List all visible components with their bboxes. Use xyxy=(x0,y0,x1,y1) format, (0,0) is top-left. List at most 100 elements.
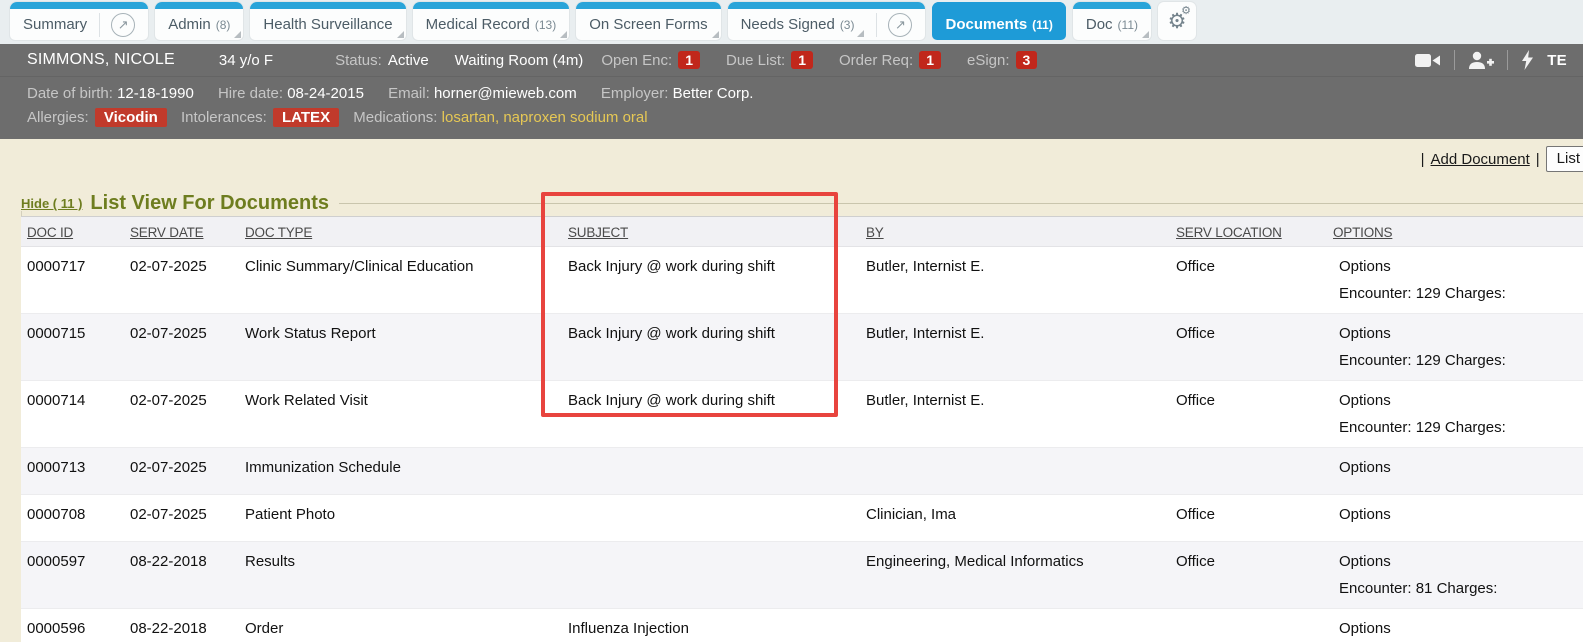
menu-fold-icon xyxy=(857,30,864,37)
encounter-info: Encounter: 81 Charges: xyxy=(1339,580,1577,597)
table-row: 0000714 02-07-2025 Work Related Visit Ba… xyxy=(21,381,1583,448)
menu-fold-icon xyxy=(1142,31,1149,38)
cell-doc-id: 0000717 xyxy=(21,247,124,313)
employer-value: Better Corp. xyxy=(673,85,754,102)
due-list-badge[interactable]: 1 xyxy=(791,51,813,69)
dob-value: 12-18-1990 xyxy=(117,85,194,102)
cell-subject: Influenza Injection xyxy=(562,609,860,642)
email-label: Email: xyxy=(388,85,430,102)
popout-icon[interactable]: ↗ xyxy=(888,13,912,37)
cell-doc-type: Work Related Visit xyxy=(239,381,562,447)
options-link[interactable]: Options xyxy=(1339,392,1391,409)
tab-divider xyxy=(99,13,100,37)
col-header-serv-location[interactable]: SERV LOCATION xyxy=(1170,217,1327,246)
cell-doc-type: Order xyxy=(239,609,562,642)
tab-label: On Screen Forms xyxy=(589,16,707,33)
cell-subject: Back Injury @ work during shift xyxy=(562,247,860,313)
video-camera-icon[interactable] xyxy=(1415,52,1441,69)
options-link[interactable]: Options xyxy=(1339,258,1391,275)
tab-divider xyxy=(876,13,877,37)
table-row: 0000713 02-07-2025 Immunization Schedule… xyxy=(21,448,1583,495)
cell-doc-id: 0000708 xyxy=(21,495,124,541)
esign-label: eSign: xyxy=(967,52,1010,69)
allergy-chip[interactable]: Vicodin xyxy=(95,108,167,127)
list-button[interactable]: List xyxy=(1546,146,1583,172)
cell-serv-location xyxy=(1170,609,1327,642)
hire-date-value: 08-24-2015 xyxy=(287,85,364,102)
cell-serv-date: 02-07-2025 xyxy=(124,247,239,313)
settings-button[interactable]: ⚙ ⚙ xyxy=(1158,2,1196,40)
cell-serv-date: 08-22-2018 xyxy=(124,609,239,642)
options-link[interactable]: Options xyxy=(1339,459,1391,476)
demographics-row-2: Allergies: Vicodin Intolerances: LATEX M… xyxy=(27,106,1567,130)
tab-on-screen-forms[interactable]: On Screen Forms xyxy=(576,2,720,40)
legend-rule xyxy=(339,203,1583,204)
esign-badge[interactable]: 3 xyxy=(1016,51,1038,69)
tab-medical-record[interactable]: Medical Record (13) xyxy=(413,2,570,40)
table-row: 0000597 08-22-2018 Results Engineering, … xyxy=(21,542,1583,609)
intolerance-chip[interactable]: LATEX xyxy=(273,108,339,127)
cell-by xyxy=(860,609,1170,642)
table-header-row: DOC ID SERV DATE DOC TYPE SUBJECT BY SER… xyxy=(21,216,1583,247)
medications-links[interactable]: losartan, naproxen sodium oral xyxy=(442,109,648,126)
tab-count: (13) xyxy=(535,18,556,32)
order-req-badge[interactable]: 1 xyxy=(919,51,941,69)
cell-doc-type: Clinic Summary/Clinical Education xyxy=(239,247,562,313)
patient-demographics: Date of birth: 12-18-1990 Hire date: 08-… xyxy=(0,77,1583,139)
cell-serv-date: 02-07-2025 xyxy=(124,314,239,380)
hide-link[interactable]: Hide ( 11 ) xyxy=(21,196,82,211)
col-header-doc-type[interactable]: DOC TYPE xyxy=(239,217,562,246)
toolbar-divider: | xyxy=(1536,151,1540,168)
cell-serv-location: Office xyxy=(1170,495,1327,541)
header-right-text: TE xyxy=(1547,52,1567,69)
open-enc-badge[interactable]: 1 xyxy=(678,51,700,69)
tab-admin[interactable]: Admin (8) xyxy=(155,2,243,40)
tab-health-surveillance[interactable]: Health Surveillance xyxy=(250,2,405,40)
add-user-icon[interactable] xyxy=(1468,51,1494,69)
options-link[interactable]: Options xyxy=(1339,325,1391,342)
open-enc-label: Open Enc: xyxy=(601,52,672,69)
tab-count: (8) xyxy=(216,18,231,32)
cell-subject xyxy=(562,542,860,608)
col-header-subject[interactable]: SUBJECT xyxy=(562,217,860,246)
options-link[interactable]: Options xyxy=(1339,620,1391,637)
cell-doc-id: 0000596 xyxy=(21,609,124,642)
menu-fold-icon xyxy=(234,31,241,38)
tab-count: (11) xyxy=(1118,18,1138,32)
col-header-serv-date[interactable]: SERV DATE xyxy=(124,217,239,246)
cell-serv-location: Office xyxy=(1170,542,1327,608)
cell-doc-type: Immunization Schedule xyxy=(239,448,562,494)
table-row: 0000717 02-07-2025 Clinic Summary/Clinic… xyxy=(21,247,1583,314)
options-link[interactable]: Options xyxy=(1339,506,1391,523)
demographics-row-1: Date of birth: 12-18-1990 Hire date: 08-… xyxy=(27,82,1567,106)
add-document-link[interactable]: Add Document xyxy=(1431,151,1530,168)
allergies-label: Allergies: xyxy=(27,109,89,126)
tab-doc[interactable]: Doc (11) xyxy=(1073,2,1151,40)
status-label: Status: xyxy=(335,52,382,69)
lightning-bolt-icon[interactable] xyxy=(1521,50,1534,70)
tab-summary[interactable]: Summary ↗ xyxy=(10,2,148,40)
cell-by: Butler, Internist E. xyxy=(860,247,1170,313)
col-header-doc-id[interactable]: DOC ID xyxy=(21,217,124,246)
col-header-options[interactable]: OPTIONS xyxy=(1327,217,1583,246)
tab-needs-signed[interactable]: Needs Signed (3) ↗ xyxy=(728,2,926,40)
encounter-info: Encounter: 129 Charges: xyxy=(1339,352,1577,369)
tab-label: Needs Signed xyxy=(741,16,835,33)
options-link[interactable]: Options xyxy=(1339,553,1391,570)
page-title: List View For Documents xyxy=(90,192,329,215)
tab-documents[interactable]: Documents (11) xyxy=(932,2,1065,40)
cell-serv-location: Office xyxy=(1170,247,1327,313)
encounter-info: Encounter: 129 Charges: xyxy=(1339,419,1577,436)
menu-fold-icon xyxy=(560,31,567,38)
col-header-by[interactable]: BY xyxy=(860,217,1170,246)
cell-serv-location: Office xyxy=(1170,314,1327,380)
patient-age-sex: 34 y/o F xyxy=(219,52,273,69)
due-list-label: Due List: xyxy=(726,52,785,69)
order-req-label: Order Req: xyxy=(839,52,913,69)
tab-label: Doc xyxy=(1086,16,1113,33)
popout-icon[interactable]: ↗ xyxy=(111,13,135,37)
table-row: 0000708 02-07-2025 Patient Photo Clinici… xyxy=(21,495,1583,542)
list-view-legend: Hide ( 11 ) List View For Documents xyxy=(21,192,1583,215)
table-body: 0000717 02-07-2025 Clinic Summary/Clinic… xyxy=(21,247,1583,642)
cell-by: Clinician, Ima xyxy=(860,495,1170,541)
